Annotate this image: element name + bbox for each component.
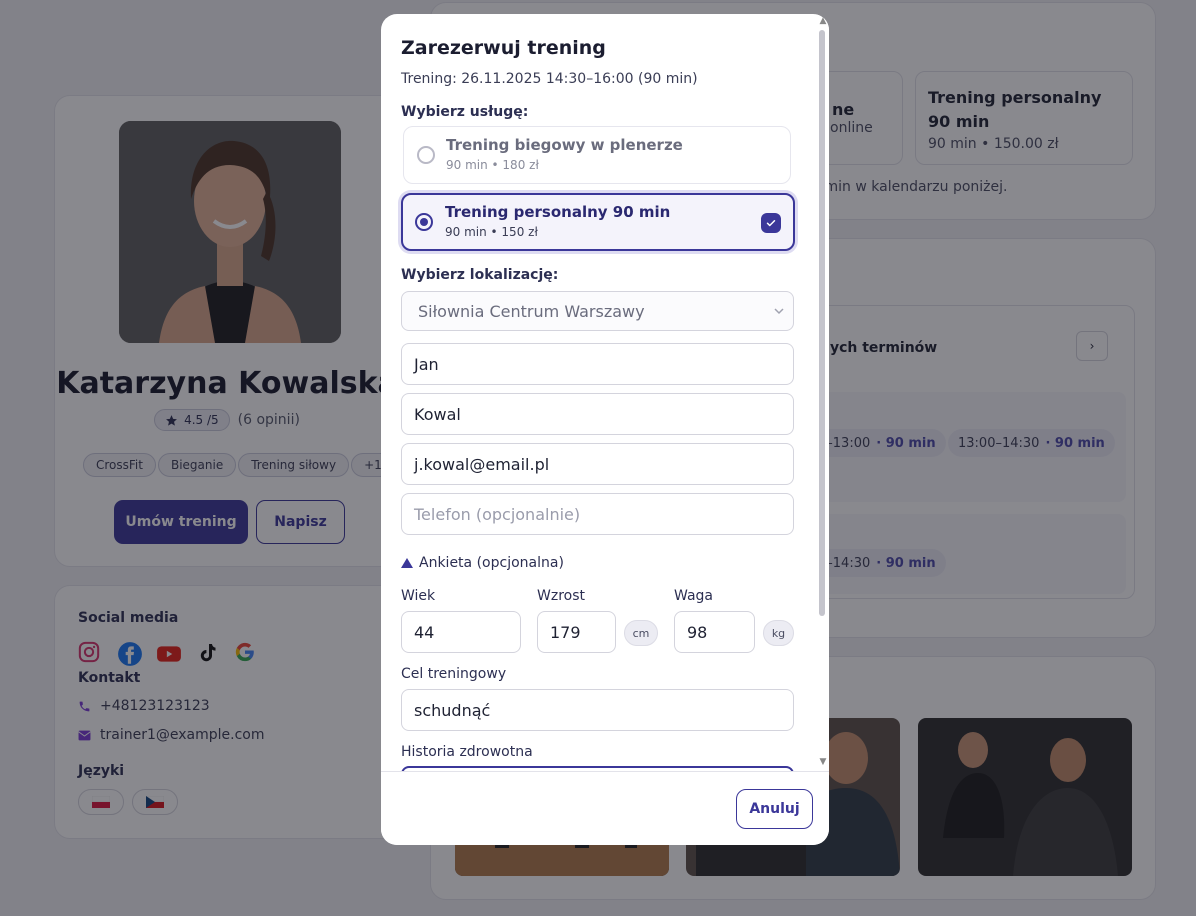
radio-button-checked[interactable]: [415, 213, 433, 231]
scroll-down-icon[interactable]: ▼: [818, 757, 828, 767]
service-option-sub: 90 min • 180 zł: [446, 158, 539, 172]
weight-label: Waga: [674, 588, 713, 604]
weight-unit: kg: [763, 620, 794, 646]
health-history-label: Historia zdrowotna: [401, 744, 533, 760]
location-label: Wybierz lokalizację:: [401, 267, 559, 283]
training-datetime: Trening: 26.11.2025 14:30–16:00 (90 min): [401, 71, 698, 87]
service-option[interactable]: Trening biegowy w plenerze 90 min • 180 …: [403, 126, 791, 184]
service-option-selected[interactable]: Trening personalny 90 min 90 min • 150 z…: [401, 193, 795, 251]
service-option-title: Trening personalny 90 min: [445, 203, 671, 221]
goal-label: Cel treningowy: [401, 666, 507, 682]
age-label: Wiek: [401, 588, 436, 604]
chevron-down-icon: [774, 308, 784, 315]
location-select[interactable]: Siłownia Centrum Warszawy: [401, 291, 794, 331]
radio-button[interactable]: [417, 146, 435, 164]
service-label: Wybierz usługę:: [401, 104, 529, 120]
modal-body[interactable]: Zarezerwuj trening Trening: 26.11.2025 1…: [381, 14, 829, 771]
location-value: Siłownia Centrum Warszawy: [418, 301, 645, 321]
email-input[interactable]: j.kowal@email.pl: [401, 443, 794, 485]
modal-footer: Anuluj: [381, 771, 829, 845]
age-input[interactable]: 44: [401, 611, 521, 653]
check-icon: [761, 213, 781, 233]
phone-input[interactable]: Telefon (opcjonalnie): [401, 493, 794, 535]
height-unit: cm: [624, 620, 658, 646]
scroll-up-icon[interactable]: ▲: [818, 16, 828, 26]
booking-modal: Zarezerwuj trening Trening: 26.11.2025 1…: [381, 14, 829, 845]
modal-title: Zarezerwuj trening: [401, 37, 606, 59]
height-label: Wzrost: [537, 588, 585, 604]
survey-toggle-label: Ankieta (opcjonalna): [419, 555, 564, 571]
goal-input[interactable]: schudnąć: [401, 689, 794, 731]
cancel-button[interactable]: Anuluj: [736, 789, 813, 829]
service-option-sub: 90 min • 150 zł: [445, 225, 538, 239]
scrollbar-thumb[interactable]: [819, 30, 825, 616]
first-name-input[interactable]: Jan: [401, 343, 794, 385]
triangle-up-icon: [401, 558, 413, 568]
last-name-input[interactable]: Kowal: [401, 393, 794, 435]
service-option-title: Trening biegowy w plenerze: [446, 136, 683, 154]
survey-toggle[interactable]: Ankieta (opcjonalna): [401, 555, 564, 571]
weight-input[interactable]: 98: [674, 611, 755, 653]
height-input[interactable]: 179: [537, 611, 616, 653]
